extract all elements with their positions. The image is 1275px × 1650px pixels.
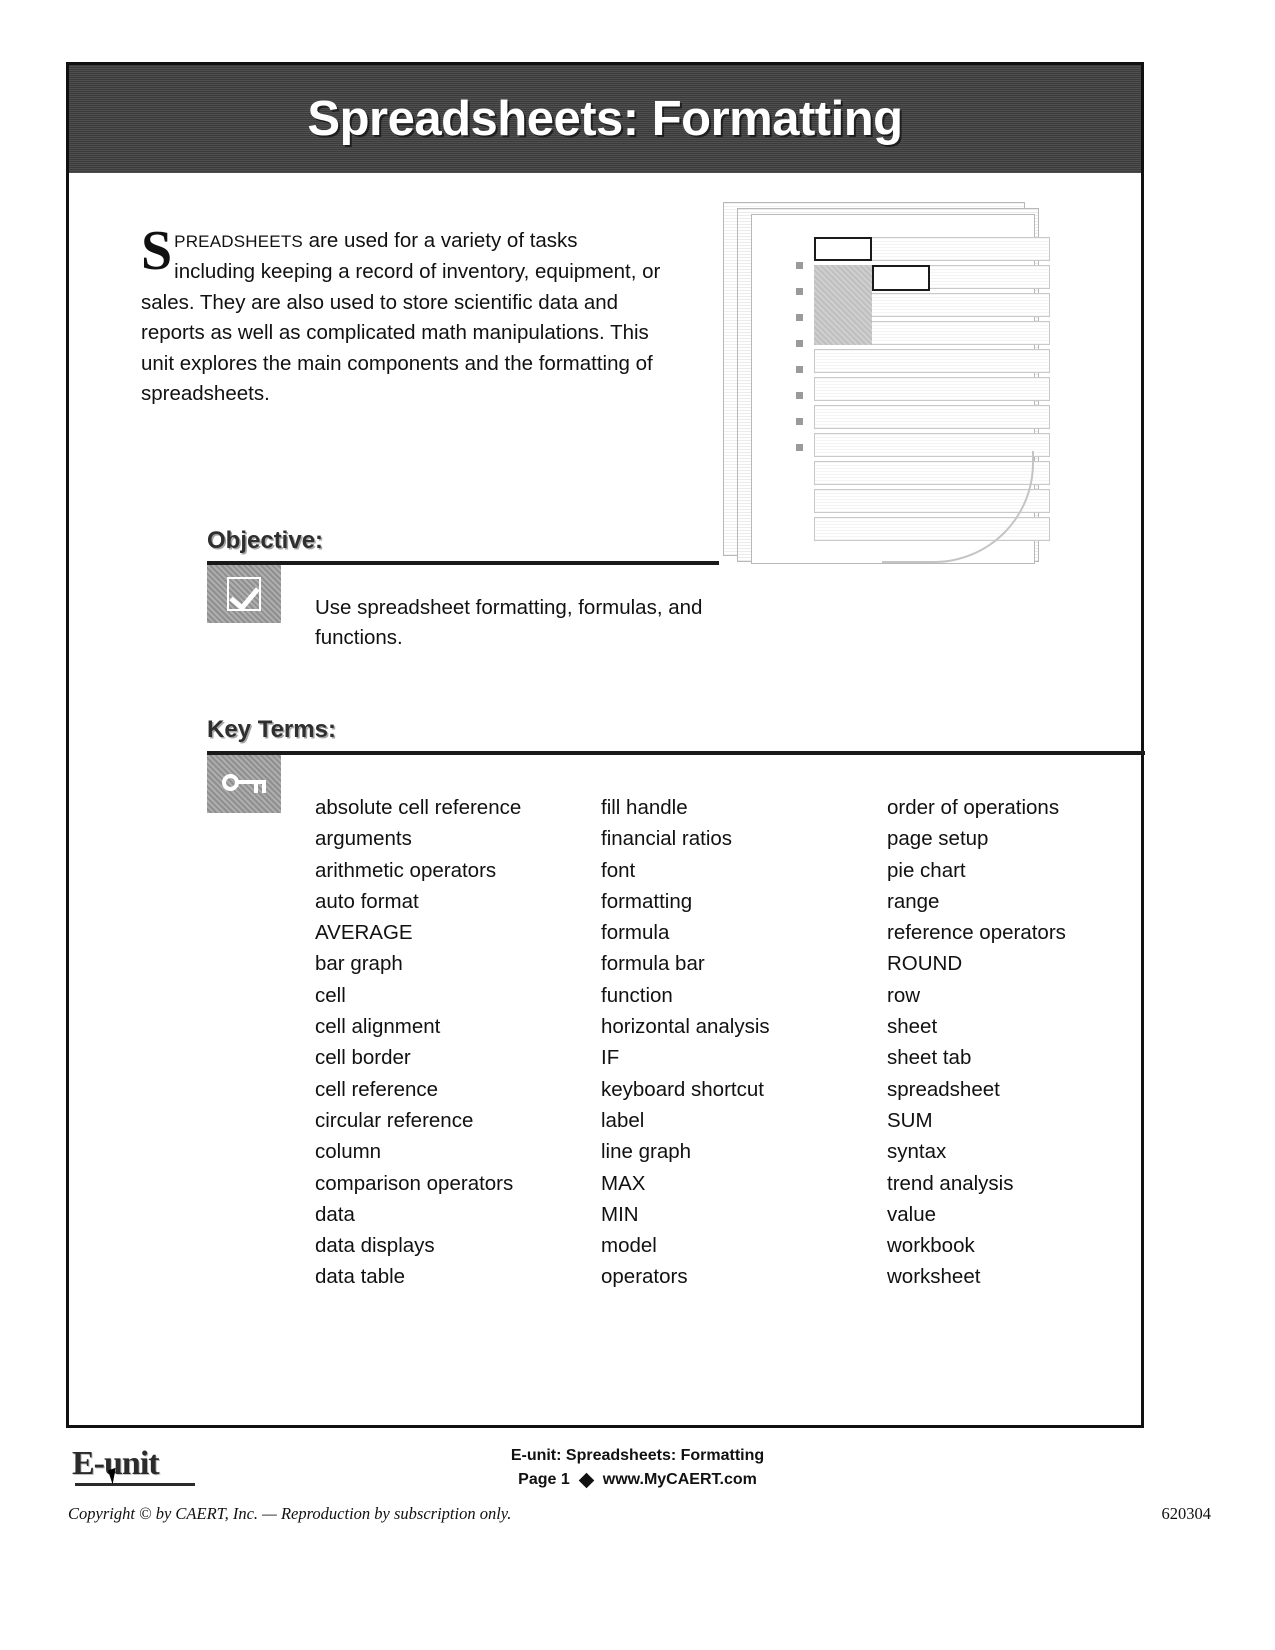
key-term: absolute cell reference [315,796,522,819]
key-term: financial ratios [601,827,733,851]
key-term: line graph [601,1140,692,1164]
key-term: sheet [887,1015,938,1039]
key-term: AVERAGE [315,921,413,945]
objective-text: Use spreadsheet formatting, formulas, an… [315,596,703,649]
key-term: function [601,983,673,1007]
key-term: cell [315,983,346,1007]
key-term: workbook [887,1234,975,1258]
key-term: font [601,858,636,882]
copyright-text: Copyright © by CAERT, Inc. — Reproductio… [68,1504,512,1523]
row-markers [790,243,808,553]
key-term: order of operations [887,796,1060,819]
footer-page-line: Page 1 www.MyCAERT.com [518,1468,757,1492]
key-term: auto format [315,889,419,913]
key-terms-heading: Key Terms: [207,716,336,743]
key-term: pie chart [887,858,966,882]
key-term: trend analysis [887,1171,1014,1195]
diamond-icon [578,1472,595,1488]
key-terms-list: absolute cell reference arguments arithm… [315,792,1145,1293]
sheet-front [751,214,1050,564]
key-term: range [887,889,940,913]
key-term: keyboard shortcut [601,1077,764,1101]
document-page: Spreadsheets: Formatting S PREADSHEETS ar… [0,0,1275,1650]
checkbox-icon [207,565,281,623]
intro-smallcaps: PREADSHEETS [174,231,303,251]
key-term: data table [315,1265,406,1289]
title-banner: Spreadsheets: Formatting [69,65,1141,173]
intro-body: are used for a variety of tasks includin… [141,228,661,406]
key-term: page setup [887,827,989,851]
key-term: fill handle [601,796,688,819]
footer-page-label: Page 1 [518,1471,570,1488]
key-term: formula bar [601,952,705,976]
key-term: MAX [601,1171,646,1195]
key-term: data displays [315,1234,435,1258]
key-term: IF [601,1046,620,1070]
page-footer: E-unit E-unit: Spreadsheets: Formatting … [0,1432,1275,1650]
key-term: horizontal analysis [601,1015,770,1039]
key-term: syntax [887,1140,947,1164]
key-term: arguments [315,827,412,851]
key-term: operators [601,1265,688,1289]
footer-website[interactable]: www.MyCAERT.com [603,1468,757,1492]
key-term: label [601,1108,645,1132]
footer-center-block: E-unit: Spreadsheets: Formatting Page 1 … [0,1444,1275,1492]
key-icon [207,755,281,813]
document-code: 620304 [1161,1504,1212,1523]
key-term: ROUND [887,952,963,976]
key-term: bar graph [315,952,403,976]
key-term: value [887,1202,937,1226]
key-terms-divider [207,751,1145,755]
key-term: cell reference [315,1077,439,1101]
key-terms-column-2: fill handle financial ratios font format… [601,792,887,1293]
key-term: reference operators [887,921,1066,945]
key-term: cell alignment [315,1015,441,1039]
page-title: Spreadsheets: Formatting [307,92,903,146]
key-term: comparison operators [315,1171,514,1195]
key-term: arithmetic operators [315,858,497,882]
objective-heading: Objective: [207,527,324,554]
content-frame: Spreadsheets: Formatting S PREADSHEETS ar… [66,62,1145,1428]
key-term: circular reference [315,1108,474,1132]
intro-paragraph: S PREADSHEETS are used for a variety of t… [141,219,661,410]
objective-divider [207,561,719,565]
key-term: MIN [601,1202,639,1226]
key-term: sheet tab [887,1046,972,1070]
drop-cap: S [141,219,173,282]
key-term: worksheet [887,1265,981,1289]
key-term: row [887,983,921,1007]
footer-unit-line: E-unit: Spreadsheets: Formatting [510,1447,765,1464]
key-term: spreadsheet [887,1077,1000,1101]
key-term: formatting [601,889,693,913]
key-term: data [315,1202,355,1226]
key-term: model [601,1234,657,1258]
key-term: cell border [315,1046,411,1070]
key-term: SUM [887,1108,933,1132]
key-term: formula [601,921,670,945]
key-terms-column-1: absolute cell reference arguments arithm… [315,792,601,1293]
key-terms-column-3: order of operations page setup pie chart… [887,792,1145,1293]
key-term: column [315,1140,382,1164]
spreadsheet-pages-illustration [723,202,1095,572]
